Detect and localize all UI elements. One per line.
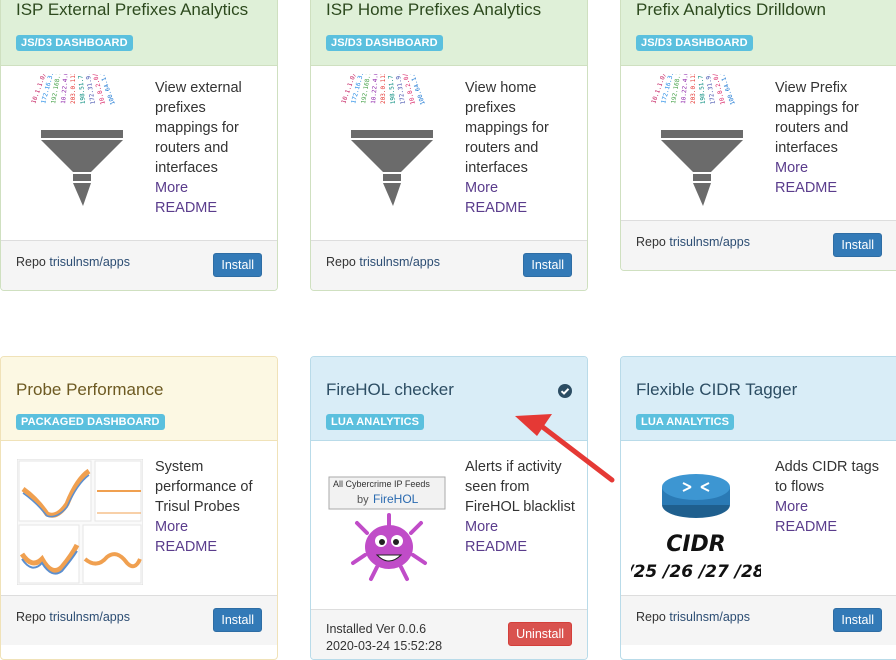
install-button[interactable]: Install: [833, 608, 882, 632]
card-title: Probe Performance: [16, 380, 164, 399]
readme-link[interactable]: README: [155, 537, 270, 557]
repo-label: Repo trisulnsm/apps: [326, 255, 440, 269]
check-circle-icon: [558, 384, 572, 398]
card-header: Prefix Analytics Drilldown JS/D3 DASHBOA…: [621, 0, 896, 66]
card-footer: Repo trisulnsm/apps Install: [1, 240, 277, 290]
card-title: ISP Home Prefixes Analytics: [326, 0, 542, 19]
category-badge: JS/D3 DASHBOARD: [636, 35, 753, 51]
install-button[interactable]: Install: [213, 253, 262, 277]
app-card-isp-home: ISP Home Prefixes Analytics JS/D3 DASHBO…: [310, 0, 588, 291]
svg-text:203.0.113.0/24: 203.0.113.0/24: [690, 74, 697, 104]
svg-text:203.0.113.0/24: 203.0.113.0/24: [70, 74, 77, 104]
repo-link[interactable]: trisulnsm/apps: [669, 235, 750, 249]
repo-text: Repo: [326, 255, 356, 269]
install-button[interactable]: Install: [523, 253, 572, 277]
firehol-name: FireHOL: [373, 492, 419, 506]
card-header: Flexible CIDR Tagger LUA ANALYTICS: [621, 357, 896, 441]
funnel-icon: 10.1.1.0/24 172.16.3.0/22 192.168.7.0/24…: [650, 74, 743, 206]
repo-text: Repo: [636, 610, 666, 624]
repo-text: Repo: [16, 255, 46, 269]
install-button[interactable]: Install: [213, 608, 262, 632]
more-link[interactable]: More: [775, 158, 890, 178]
more-link[interactable]: More: [465, 517, 580, 537]
app-card-prefix-drilldown: Prefix Analytics Drilldown JS/D3 DASHBOA…: [620, 0, 896, 271]
card-description: Adds CIDR tags to flows More README: [775, 457, 890, 537]
app-card-isp-external: ISP External Prefixes Analytics JS/D3 DA…: [0, 0, 278, 291]
router-icon: CIDR /25 /26 /27 /28: [631, 474, 761, 582]
card-description: View home prefixes mappings for routers …: [465, 78, 580, 218]
install-button[interactable]: Install: [833, 233, 882, 257]
card-footer: Repo trisulnsm/apps Install: [1, 595, 277, 645]
performance-charts-thumbnail: [17, 459, 143, 585]
card-header: FireHOL checker LUA ANALYTICS: [311, 357, 587, 441]
readme-link[interactable]: README: [465, 537, 580, 557]
svg-text:203.0.113.0/24: 203.0.113.0/24: [380, 74, 387, 104]
installed-version-text: Installed Ver 0.0.6: [326, 622, 427, 636]
readme-link[interactable]: README: [465, 198, 580, 218]
category-badge: LUA ANALYTICS: [636, 414, 735, 430]
funnel-icon: 10.1.1.0/24 172.16.3.0/22 192.168.7.0/24…: [340, 74, 433, 206]
app-card-cidr-tagger: Flexible CIDR Tagger LUA ANALYTICS CIDR …: [620, 356, 896, 660]
app-card-firehol: FireHOL checker LUA ANALYTICS All Cyberc…: [310, 356, 588, 660]
card-footer: Repo trisulnsm/apps Install: [621, 595, 896, 645]
card-description: System performance of Trisul Probes More…: [155, 457, 270, 557]
installed-date-text: 2020-03-24 15:52:28: [326, 639, 443, 653]
readme-link[interactable]: README: [155, 198, 270, 218]
category-badge: JS/D3 DASHBOARD: [16, 35, 133, 51]
card-description: Alerts if activity seen from FireHOL bla…: [465, 457, 580, 557]
cidr-word: CIDR: [666, 532, 726, 557]
card-header: ISP Home Prefixes Analytics JS/D3 DASHBO…: [311, 0, 587, 66]
card-title: ISP External Prefixes Analytics: [16, 0, 249, 19]
readme-link[interactable]: README: [775, 178, 890, 198]
card-description: View external prefixes mappings for rout…: [155, 78, 270, 218]
app-card-probe-performance: Probe Performance PACKAGED DASHBOARD Sys…: [0, 356, 278, 660]
repo-label: Repo trisulnsm/apps: [16, 255, 130, 269]
card-title: Flexible CIDR Tagger: [636, 380, 798, 399]
category-badge: JS/D3 DASHBOARD: [326, 35, 443, 51]
card-header: Probe Performance PACKAGED DASHBOARD: [1, 357, 277, 441]
description-text: Adds CIDR tags to flows: [775, 459, 879, 495]
repo-label: Repo trisulnsm/apps: [636, 235, 750, 249]
repo-link[interactable]: trisulnsm/apps: [49, 255, 130, 269]
firehol-caption: All Cybercrime IP Feeds: [333, 479, 430, 489]
funnel-icon: 10.1.1.0/24 172.16.3.0/22 192.168.7.0/24…: [30, 74, 123, 206]
description-text: View Prefix mappings for routers and int…: [775, 80, 859, 156]
repo-link[interactable]: trisulnsm/apps: [359, 255, 440, 269]
card-title: FireHOL checker: [326, 380, 454, 399]
more-link[interactable]: More: [775, 497, 890, 517]
repo-text: Repo: [636, 235, 666, 249]
description-text: System performance of Trisul Probes: [155, 459, 253, 515]
cidr-masks: /25 /26 /27 /28: [631, 562, 761, 582]
card-footer: Installed Ver 0.0.6 2020-03-24 15:52:28 …: [311, 609, 587, 659]
card-title: Prefix Analytics Drilldown: [636, 0, 826, 19]
repo-text: Repo: [16, 610, 46, 624]
uninstall-button[interactable]: Uninstall: [508, 622, 572, 646]
repo-label: Repo trisulnsm/apps: [636, 610, 750, 624]
category-badge: LUA ANALYTICS: [326, 414, 425, 430]
card-footer: Repo trisulnsm/apps Install: [311, 240, 587, 290]
readme-link[interactable]: README: [775, 517, 890, 537]
description-text: Alerts if activity seen from FireHOL bla…: [465, 459, 575, 515]
repo-link[interactable]: trisulnsm/apps: [669, 610, 750, 624]
repo-label: Repo trisulnsm/apps: [16, 610, 130, 624]
firehol-logo: All Cybercrime IP Feeds by FireHOL: [328, 476, 446, 581]
card-footer: Repo trisulnsm/apps Install: [621, 220, 896, 270]
card-description: View Prefix mappings for routers and int…: [775, 78, 890, 198]
repo-link[interactable]: trisulnsm/apps: [49, 610, 130, 624]
more-link[interactable]: More: [155, 178, 270, 198]
description-text: View home prefixes mappings for routers …: [465, 80, 549, 176]
description-text: View external prefixes mappings for rout…: [155, 80, 242, 176]
category-badge: PACKAGED DASHBOARD: [16, 414, 165, 430]
more-link[interactable]: More: [155, 517, 270, 537]
card-header: ISP External Prefixes Analytics JS/D3 DA…: [1, 0, 277, 66]
installed-version: Installed Ver 0.0.6 2020-03-24 15:52:28: [326, 621, 442, 655]
firehol-by: by: [357, 494, 369, 506]
more-link[interactable]: More: [465, 178, 580, 198]
